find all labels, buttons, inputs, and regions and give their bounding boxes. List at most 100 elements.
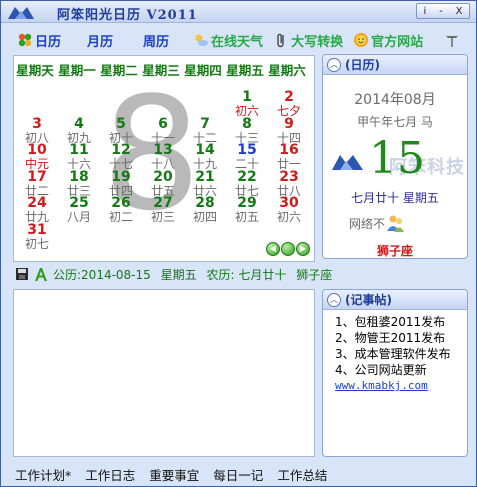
day-number: 12 [111,142,131,158]
restore-button[interactable]: - [439,6,443,17]
calendar-day[interactable]: 20 廿五 [142,168,184,198]
sun-face-icon [354,33,369,47]
today-ganzhi: 甲午年七月 马 [357,115,433,129]
memo-item[interactable]: 3、成本管理软件发布 [335,346,467,362]
calendar-day[interactable]: 22 廿七 [226,169,268,198]
calendar-day[interactable]: 29 初五 [226,196,268,224]
memo-panel-header[interactable]: ︿ (记事帖) [323,290,467,310]
tab-important[interactable]: 重要事宜 [149,465,199,484]
memo-item[interactable]: 1、包租婆2011发布 [335,314,467,330]
toolbar-calendar-label: 日历 [35,34,62,50]
day-number: 20 [153,168,173,185]
day-number: 29 [237,195,257,211]
calendar-day[interactable]: 1 初六 [226,90,268,118]
calendar-day[interactable]: 23 廿八 [268,169,310,198]
tab-work-plan[interactable]: 工作计划* [15,465,71,484]
day-number: 10 [27,142,47,158]
lunar-day: 初三 [150,210,175,224]
calendar-day[interactable]: 13 十八 [142,143,184,171]
day-number: 6 [158,115,168,132]
calendar-day[interactable]: 30 初六 [268,196,310,224]
tab-daily-note[interactable]: 每日一记 [213,465,263,484]
toolbar-calendar[interactable]: 日历 [17,31,61,50]
toolbar-uppercase[interactable]: 大写转换 [273,31,343,50]
today-button[interactable] [281,242,295,256]
calendar-day[interactable]: 28 初四 [184,196,226,224]
calendar-day[interactable]: 3 初八 [16,116,58,145]
memo-item[interactable]: 4、公司网站更新 [335,362,467,378]
calendar-day[interactable]: 25 八月 [58,196,100,224]
minimize-button[interactable]: i [423,6,426,17]
calendar-day[interactable]: 31 初七 [16,222,58,251]
calendar-day[interactable]: 10 中元 [16,143,58,171]
month-calendar: 星期天 星期一 星期二 星期三 星期四 星期五 星期六 8 1 初六 2 七夕 3 初八 4 初九 5 初十 6… [13,55,315,262]
lunar-day: 初四 [192,210,217,224]
calendar-day[interactable]: 2 七夕 [268,90,310,118]
toolbar-week[interactable]: 周历 [143,31,169,50]
app-logo-icon [8,7,34,19]
chat-people-icon[interactable] [385,213,405,233]
toolbar: 日历 月历 周历 在线天气 大写转换 官方网站 [1,29,476,51]
solar-date: 2014-08-15 [81,267,151,282]
calendar-day[interactable]: 18 廿三 [58,168,100,198]
weekday-label: 星期六 [268,63,306,78]
calendar-day[interactable]: 4 初九 [58,115,100,145]
network-status: 网络不 [349,213,405,233]
weekday-label: 星期天 [16,63,54,78]
today-lunar-line: 七月廿十 星期五 [351,191,439,205]
save-icon[interactable] [15,267,29,281]
memo-item[interactable]: 2、物管王2011发布 [335,330,467,346]
today-big-day: 15 [369,133,425,184]
toolbar-month[interactable]: 月历 [87,31,113,50]
day-number: 5 [116,115,126,132]
toolbar-website[interactable]: 官方网站 [353,31,423,50]
next-month-button[interactable]: ▶ [296,242,310,256]
toolbar-weather[interactable]: 在线天气 [193,31,263,50]
title-bar[interactable]: 阿笨阳光日历 V2011 i - X [1,1,476,23]
tools-icon[interactable] [444,32,460,48]
font-a-icon[interactable] [33,266,49,282]
calendar-day[interactable]: 14 十九 [184,143,226,171]
day-number: 4 [74,115,84,132]
today-panel-header[interactable]: ︿ (日历) [323,55,467,75]
weekday-label: 星期一 [58,63,96,78]
calendar-day[interactable]: 6 十一 [142,115,184,145]
notes-textarea[interactable] [13,289,315,457]
calendar-day[interactable]: 19 廿四 [100,168,142,198]
calendar-day[interactable]: 16 廿一 [268,143,310,171]
date-info-text: 公历:2014-08-15 星期五 农历: 七月廿十 狮子座 [53,266,332,283]
calendar-day[interactable]: 24 廿九 [16,196,58,224]
calendar-day[interactable]: 7 十二 [184,116,226,145]
day-number: 15 [237,142,257,158]
calendar-day[interactable]: 9 十四 [268,116,310,145]
prev-month-button[interactable]: ◀ [266,242,280,256]
calendar-day[interactable]: 21 廿六 [184,169,226,198]
lunar-date: 七月廿十 [238,267,287,282]
calendar-nav: ◀ ▶ [266,242,310,256]
tab-work-summary[interactable]: 工作总结 [277,465,327,484]
today-zodiac: 狮子座 [376,244,413,258]
window-title: 阿笨阳光日历 V2011 [57,8,198,23]
day-number: 24 [27,195,47,211]
day-number: 19 [111,168,131,185]
date-info-bar: 公历:2014-08-15 星期五 农历: 七月廿十 狮子座 [15,265,465,283]
calendar-day[interactable]: 27 初三 [142,196,184,224]
calendar-day[interactable]: 8 十三 [226,116,268,145]
day-number: 30 [279,195,299,211]
day-number: 18 [69,168,89,185]
website-link[interactable]: www.kmabkj.com [323,378,467,394]
collapse-icon[interactable]: ︿ [327,57,341,72]
window-controls: i - X [416,3,470,19]
bottom-tabs: 工作计划* 工作日志 重要事宜 每日一记 工作总结 [15,465,327,484]
calendar-day[interactable]: 11 十六 [58,143,100,171]
tab-work-log[interactable]: 工作日志 [85,465,135,484]
memo-collapse-icon[interactable]: ︿ [327,292,341,307]
day-number: 1 [242,89,252,105]
calendar-day[interactable]: 15 二十 [226,143,268,171]
close-button[interactable]: X [456,6,463,17]
calendar-day[interactable]: 12 十七 [100,143,142,171]
calendar-day[interactable]: 26 初二 [100,196,142,224]
calendar-day[interactable]: 17 廿二 [16,169,58,198]
lunar-label: 农历: [206,267,235,282]
calendar-day[interactable]: 5 初十 [100,115,142,145]
